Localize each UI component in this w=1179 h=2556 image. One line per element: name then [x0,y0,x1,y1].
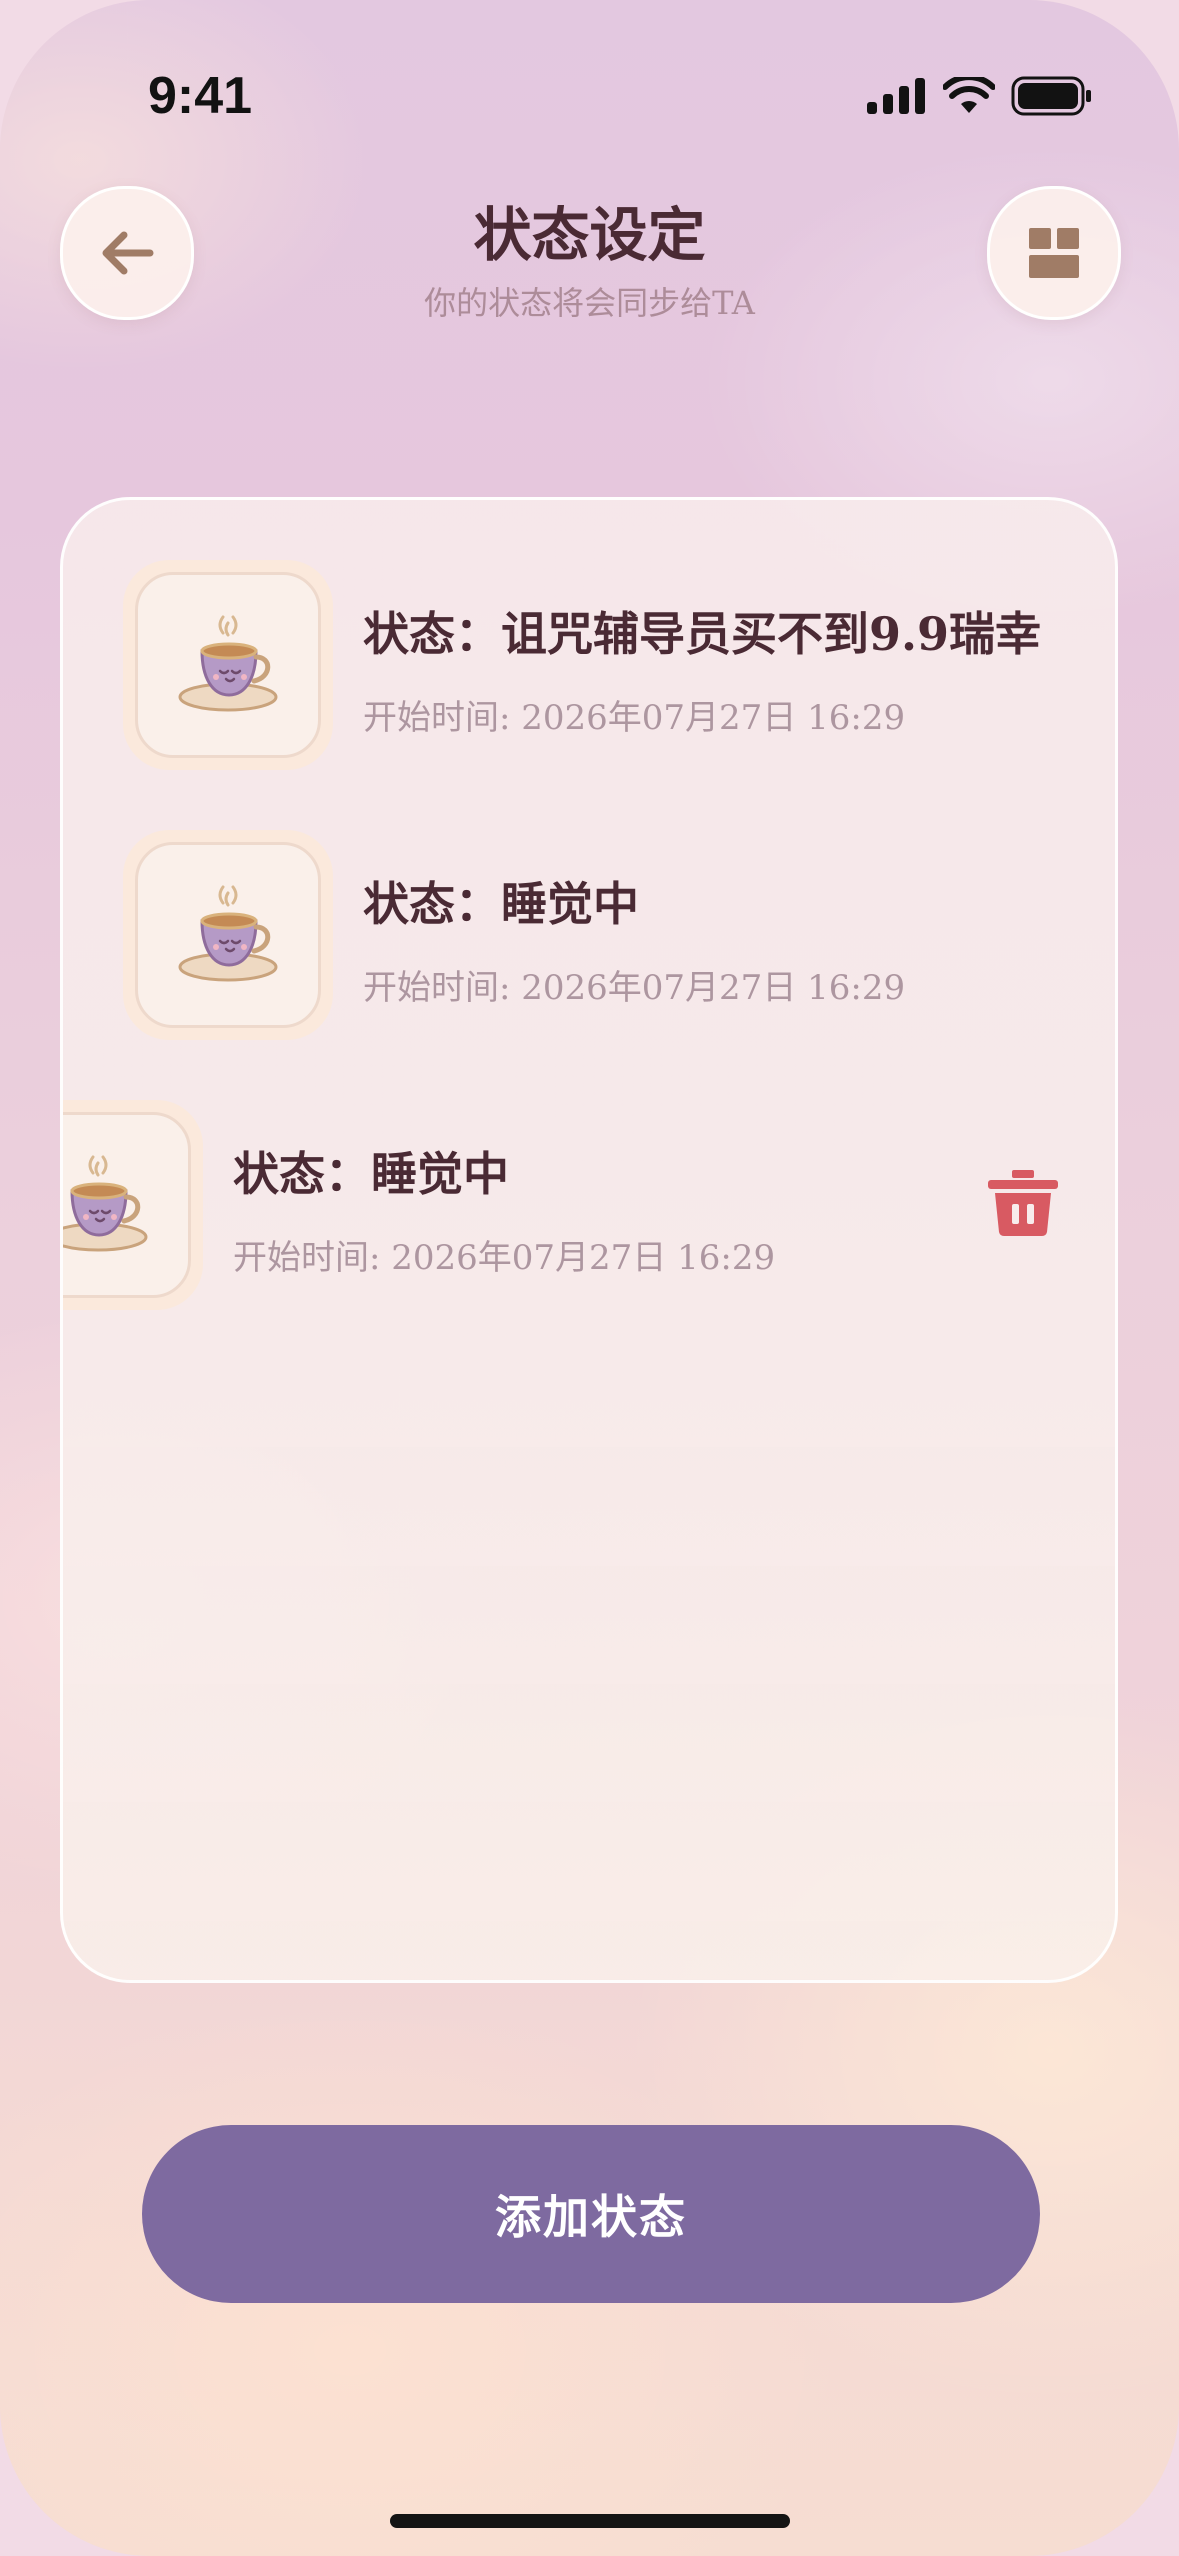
add-status-button[interactable]: 添加状态 [142,2125,1040,2303]
list-item-swiped[interactable]: 状态：睡觉中 开始时间: 2026年07月27日 16:29 [63,1100,1115,1310]
layout-grid-icon [1029,228,1079,278]
status-title: 状态：睡觉中 [363,877,639,931]
app-screen: 9:41 状态设定 你的状态将会同步给TA 状态：诅咒辅导员买不到9.9瑞幸 开… [0,0,1179,2556]
list-item[interactable]: 状态：睡觉中 开始时间: 2026年07月27日 16:29 [63,830,1115,1040]
status-title: 状态：诅咒辅导员买不到9.9瑞幸 [363,607,1042,661]
signal-icon [867,78,925,114]
teacup-icon [178,615,278,712]
status-title: 状态：睡觉中 [233,1147,509,1201]
status-thumbnail [123,560,333,770]
status-bar-time: 9:41 [148,67,253,125]
home-indicator [390,2514,790,2528]
status-start-time: 开始时间: 2026年07月27日 16:29 [363,968,906,1008]
layout-button[interactable] [987,186,1121,320]
status-start-time: 开始时间: 2026年07月27日 16:29 [233,1238,776,1278]
trash-icon [988,1170,1058,1236]
status-thumbnail [63,1100,203,1310]
wifi-icon [943,77,995,113]
teacup-icon [178,885,278,982]
list-item[interactable]: 状态：诅咒辅导员买不到9.9瑞幸 开始时间: 2026年07月27日 16:29 [63,560,1115,770]
status-bar-icons [867,76,1093,116]
status-thumbnail [123,830,333,1040]
delete-button[interactable] [988,1170,1058,1240]
status-start-time: 开始时间: 2026年07月27日 16:29 [363,698,906,738]
teacup-icon [63,1155,148,1252]
battery-icon [1011,76,1091,116]
status-list-card: 状态：诅咒辅导员买不到9.9瑞幸 开始时间: 2026年07月27日 16:29 [60,497,1118,1983]
